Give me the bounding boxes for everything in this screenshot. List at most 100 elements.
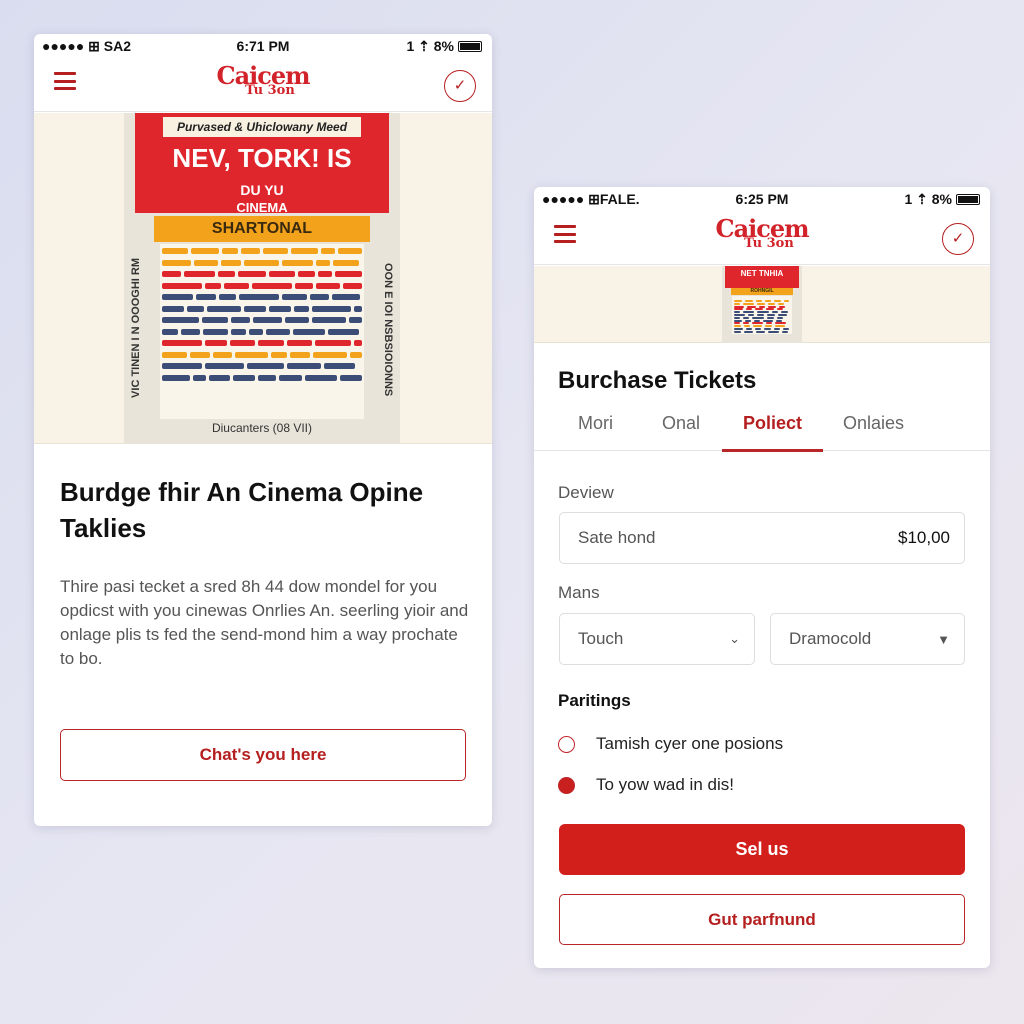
seat-block	[747, 305, 757, 308]
seat-block	[281, 259, 313, 266]
poster-subtitle-2: CINEMA	[236, 200, 288, 215]
seat-block	[782, 330, 789, 333]
seat-map	[732, 296, 792, 334]
poster-title: NEV, TORK! IS	[172, 143, 352, 173]
account-check-icon[interactable]: ✓	[444, 70, 476, 102]
seat-block	[734, 328, 744, 330]
seat-block	[161, 340, 202, 347]
seat-block	[246, 363, 284, 370]
select-touch[interactable]: Touch ⌄	[559, 613, 755, 665]
seat-block	[189, 351, 210, 358]
seat-block	[743, 311, 755, 314]
radio-option[interactable]: To yow wad in dis!	[558, 775, 734, 795]
seat-block	[778, 314, 788, 316]
seat-block	[251, 282, 292, 289]
logo[interactable]: Caicem Tu 3on	[216, 64, 310, 98]
seat-block	[752, 316, 765, 319]
radio-unchecked-icon	[558, 735, 575, 753]
poster-banner-text: ROHNGIL	[730, 288, 794, 295]
seat-block	[734, 314, 746, 316]
seat-block	[284, 317, 309, 324]
tab-onal[interactable]: Onal	[662, 413, 700, 451]
seat-block	[734, 316, 741, 319]
seat-block	[763, 319, 774, 322]
seat-block	[746, 328, 753, 330]
poster-tagline: Purvased & Uhiclowany Meed	[162, 117, 362, 137]
seat-block	[775, 322, 787, 325]
description: Thire pasi tecket a sred 8h 44 dow monde…	[60, 577, 469, 668]
seat-block	[290, 248, 318, 255]
seat-block	[161, 259, 191, 266]
deview-input[interactable]: Sate hond $10,00	[559, 512, 965, 564]
seat-block	[161, 271, 181, 278]
seat-block	[766, 308, 775, 311]
movie-poster[interactable]: NEV, TORK! IS DU YU CINEMA Purvased & Uh…	[124, 113, 400, 444]
seat-block	[734, 300, 743, 302]
menu-icon[interactable]	[54, 72, 76, 90]
seat-block	[312, 351, 347, 358]
seat-block	[230, 328, 246, 335]
seat-block	[753, 325, 763, 328]
seat-block	[252, 317, 282, 324]
price: $10,00	[898, 528, 950, 547]
seat-block	[314, 340, 351, 347]
secondary-button[interactable]: Gut parfnund	[559, 894, 965, 945]
seat-block	[765, 300, 772, 302]
seat-block	[161, 328, 178, 335]
seat-block	[767, 314, 776, 316]
seat-block	[332, 259, 359, 266]
tab-bar: Mori Onal Poliect Onlaies	[534, 409, 990, 452]
seat-block	[734, 330, 742, 333]
poster-banner: NET TNHIA ROHNGIL	[534, 266, 990, 343]
menu-icon[interactable]	[554, 225, 576, 243]
logo[interactable]: Caicem Tu 3on	[715, 217, 809, 251]
radio-option[interactable]: Tamish cyer one posions	[558, 734, 783, 754]
seat-block	[754, 319, 761, 322]
seat-block	[190, 248, 219, 255]
seat-block	[309, 294, 329, 301]
seat-block	[767, 316, 775, 319]
seat-block	[204, 282, 221, 289]
seat-block	[315, 259, 330, 266]
seat-block	[208, 374, 230, 381]
movie-poster-thumbnail[interactable]: NET TNHIA ROHNGIL	[722, 266, 802, 343]
tab-onlaies[interactable]: Onlaies	[843, 413, 904, 451]
radio-label: To yow wad in dis!	[596, 775, 734, 794]
seat-block	[186, 305, 204, 312]
primary-button[interactable]: Sel us	[559, 824, 965, 875]
seat-block	[315, 282, 340, 289]
seat-block	[734, 308, 744, 311]
tab-mori[interactable]: Mori	[578, 413, 613, 451]
seat-block	[161, 282, 202, 289]
seat-block	[774, 300, 782, 302]
seat-block	[161, 317, 199, 324]
seat-block	[161, 374, 190, 381]
seat-block	[237, 271, 266, 278]
seat-block	[232, 374, 255, 381]
phone-screen-left: ●●●●● ⊞ SA2 6:71 PM 1 ⇡ 8% Caicem Tu 3on …	[34, 34, 492, 826]
seat-block	[243, 259, 279, 266]
select-value: Touch	[578, 629, 624, 648]
chevron-down-icon: ⌄	[729, 631, 740, 646]
seat-block	[212, 351, 232, 358]
seat-block	[778, 302, 785, 305]
mans-label: Mans	[558, 583, 600, 602]
seat-block	[323, 363, 355, 370]
seat-block	[304, 374, 337, 381]
seat-block	[734, 311, 741, 314]
tab-poliect[interactable]: Poliect	[721, 413, 824, 452]
seat-block	[257, 340, 284, 347]
seat-block	[353, 305, 362, 312]
radio-checked-icon	[558, 776, 575, 794]
seat-block	[768, 305, 777, 308]
seat-block	[268, 305, 291, 312]
seat-block	[734, 319, 743, 322]
select-dramocold[interactable]: Dramocold ▼	[770, 613, 965, 665]
chat-button[interactable]: Chat's you here	[60, 729, 466, 781]
seat-block	[317, 271, 332, 278]
seat-block	[339, 374, 362, 381]
account-check-icon[interactable]: ✓	[942, 223, 974, 255]
seat-block	[161, 363, 202, 370]
seat-block	[270, 351, 287, 358]
seat-block	[783, 328, 790, 330]
